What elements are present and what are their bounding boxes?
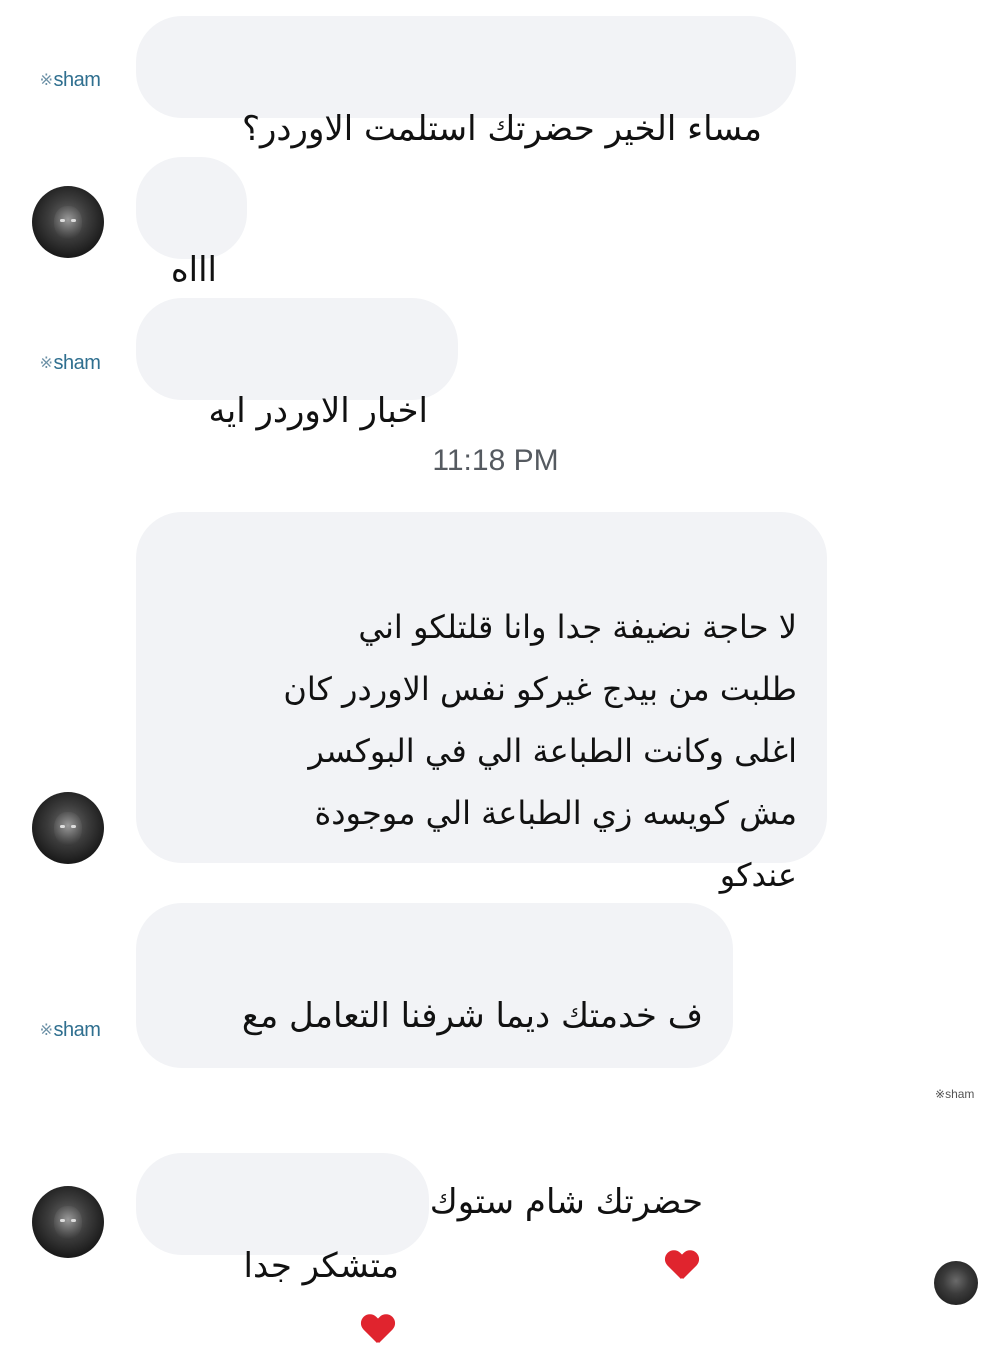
sham-avatar: ※ sham — [28, 1010, 112, 1050]
message-bubble[interactable]: مساء الخير حضرتك استلمت الاوردر؟ — [136, 16, 796, 149]
lion-face — [54, 812, 82, 846]
message-bubble[interactable]: متشكر جدا — [136, 1153, 429, 1286]
sham-logo-icon: ※ — [39, 72, 53, 89]
message-bubble[interactable]: اخبار الاوردر ايه — [136, 298, 458, 431]
customer-avatar — [32, 186, 104, 258]
message-bubble[interactable]: اااه — [136, 157, 247, 290]
seen-indicator-sham: ※sham — [935, 1087, 975, 1101]
message-text: لا حاجة نضيفة جدا وانا قلتلكو اني طلبت م… — [283, 608, 797, 894]
message-bubble[interactable]: لا حاجة نضيفة جدا وانا قلتلكو اني طلبت م… — [136, 512, 827, 894]
sham-avatar: ※ sham — [28, 343, 112, 383]
message-timestamp: 11:18 PM — [432, 444, 559, 477]
customer-avatar — [32, 1186, 104, 1258]
sham-logo-icon: ※ — [39, 1022, 53, 1039]
sham-avatar-label: sham — [53, 1018, 101, 1041]
red-heart-icon — [665, 1251, 699, 1281]
sham-logo-icon: ※ — [39, 355, 53, 372]
message-text-line-1: ف خدمتك ديما شرفنا التعامل مع — [241, 996, 703, 1036]
message-text: اااه — [170, 250, 217, 290]
sham-avatar-label: sham — [53, 68, 101, 91]
lion-face — [54, 206, 82, 240]
message-text: مساء الخير حضرتك استلمت الاوردر؟ — [241, 109, 762, 149]
sham-avatar-label: sham — [53, 351, 101, 374]
message-text: متشكر جدا — [243, 1246, 399, 1286]
message-bubble[interactable]: ف خدمتك ديما شرفنا التعامل مع حضرتك شام … — [136, 903, 733, 1222]
customer-avatar — [32, 792, 104, 864]
message-text: اخبار الاوردر ايه — [208, 391, 429, 431]
lion-face — [54, 1206, 82, 1240]
sham-logo-icon: ※ — [935, 1087, 946, 1101]
seen-indicator-customer-avatar — [934, 1261, 978, 1305]
red-heart-icon — [361, 1315, 395, 1345]
sham-avatar: ※ sham — [28, 60, 112, 100]
